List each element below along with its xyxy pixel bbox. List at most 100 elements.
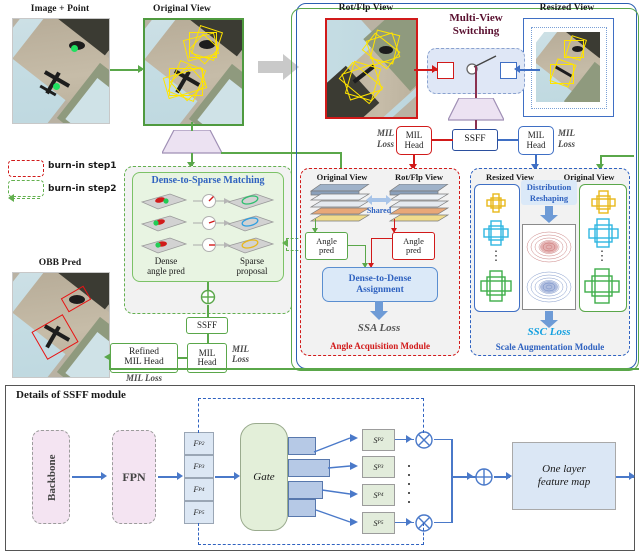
line-plus-to-ssff-left bbox=[207, 305, 209, 317]
angle-pred-right-line2: pred bbox=[405, 245, 422, 255]
mil-loss-right-center-line2: Loss bbox=[558, 138, 576, 149]
mil-head-left-center[interactable]: MIL Head bbox=[396, 126, 432, 155]
original-box-small-yellow bbox=[591, 190, 616, 214]
feature-box-p4[interactable]: F P4 bbox=[184, 478, 214, 501]
bus-mul-bottom-right bbox=[434, 522, 452, 524]
feature-sub-p5: P5 bbox=[198, 509, 205, 516]
legend-label-step2: burn-in step2 bbox=[48, 184, 117, 194]
mil-loss-left-center-line1: MIL bbox=[376, 128, 394, 138]
mil-loss-bottom-label: MIL Loss bbox=[126, 373, 162, 383]
refined-line2: MIL Head bbox=[124, 357, 164, 367]
feature-sub-p4: P4 bbox=[198, 486, 205, 493]
trapezoid-original bbox=[162, 130, 222, 154]
ssff-left-box[interactable]: SSFF bbox=[186, 317, 228, 334]
resized-box-large-green bbox=[480, 270, 512, 302]
trapezoid-switch bbox=[448, 98, 504, 121]
arrowhead-resized-to-switch bbox=[514, 65, 520, 73]
arrow-backbone-to-fpn bbox=[72, 476, 104, 478]
arrowhead-merge-to-plus bbox=[467, 472, 473, 480]
output-line2: feature map bbox=[537, 476, 591, 488]
mil-head-right-center-line2: Head bbox=[526, 139, 546, 150]
skip-path-top bbox=[198, 398, 424, 433]
dense-caption-line1: Dense bbox=[154, 256, 178, 266]
arrowhead-sp2-to-mul bbox=[406, 435, 412, 443]
mil-loss-right-line1: MIL bbox=[232, 344, 250, 354]
ssff-details-title: Details of SSFF module bbox=[16, 389, 126, 401]
mil-loss-left-center: MIL Loss bbox=[360, 128, 394, 150]
line-originalview-to-trapezoid bbox=[191, 122, 193, 131]
legend: burn-in step1 burn-in step2 bbox=[6, 158, 126, 204]
dense-caption-line2: angle pred bbox=[147, 266, 185, 276]
distribution-plot bbox=[522, 224, 576, 310]
line-green-right-top bbox=[600, 155, 634, 157]
backbone-block[interactable]: Backbone bbox=[32, 430, 70, 524]
sparse-proposal-caption: Sparse proposal bbox=[222, 256, 282, 276]
score-box-p4[interactable]: S P4 bbox=[362, 484, 395, 506]
dense-to-dense-assignment-box[interactable]: Dense-to-Dense Assignment bbox=[322, 267, 438, 302]
input-image-title: Image + Point bbox=[30, 4, 90, 14]
angle-right-view-title: Rot/Flp View bbox=[395, 172, 443, 182]
plus-operator-left bbox=[200, 289, 216, 305]
fpn-block[interactable]: FPN bbox=[112, 430, 156, 524]
feature-box-p2[interactable]: F P2 bbox=[184, 432, 214, 455]
angle-pred-right-box[interactable]: Angle pred bbox=[392, 232, 435, 260]
feature-box-p3[interactable]: F P3 bbox=[184, 455, 214, 478]
mil-loss-right-center: MIL Loss bbox=[558, 128, 592, 150]
original-box-mid-cyan bbox=[588, 218, 619, 248]
bus-green-left-up bbox=[109, 357, 111, 369]
original-view-thumb bbox=[143, 18, 244, 126]
switching-line2: Switching bbox=[452, 25, 500, 38]
assignment-line2: Assignment bbox=[356, 284, 404, 295]
mil-loss-right-label: MIL Loss bbox=[232, 344, 264, 365]
sparse-caption-line2: proposal bbox=[236, 266, 268, 276]
line-ssff-to-milhead-r bbox=[498, 139, 519, 141]
line-ssff-to-milhead-left bbox=[207, 334, 209, 343]
original-column-ellipsis: ⋮ bbox=[595, 248, 609, 263]
obb-pred-thumb bbox=[12, 272, 110, 378]
switch-lever[interactable] bbox=[462, 52, 502, 78]
angle-left-view-title: Original View bbox=[316, 172, 368, 182]
ssa-loss-label: SSA Loss bbox=[357, 322, 401, 334]
angle-pred-left-box[interactable]: Angle pred bbox=[305, 232, 348, 260]
arrowhead-rotflip-to-switch bbox=[432, 65, 438, 73]
mil-head-right-center[interactable]: MIL Head bbox=[518, 126, 554, 155]
mil-head-left-center-line2: Head bbox=[404, 139, 424, 150]
fpn-label: FPN bbox=[122, 469, 146, 484]
mil-loss-right-line2: Loss bbox=[232, 354, 250, 365]
score-sub-p3: P3 bbox=[377, 464, 384, 470]
dense-to-sparse-title: Dense-to-Sparse Matching bbox=[151, 175, 265, 186]
line-anglepred-l-out bbox=[348, 245, 366, 247]
switch-terminal-red[interactable] bbox=[437, 62, 454, 79]
original-box-large-green bbox=[584, 268, 620, 304]
resized-box-mid-cyan bbox=[483, 220, 509, 246]
shared-label: Shared bbox=[366, 206, 392, 215]
bus-vertical-merge bbox=[451, 439, 453, 523]
arrowhead-output-exit bbox=[629, 472, 635, 480]
legend-arrow-step2 bbox=[12, 198, 40, 199]
line-milhead-to-refined bbox=[178, 357, 187, 359]
arrow-assignment-to-ssa bbox=[370, 301, 388, 320]
feature-box-p5[interactable]: F P5 bbox=[184, 501, 214, 524]
angle-pred-left-line2: pred bbox=[318, 245, 335, 255]
gate-to-scores-connectors bbox=[313, 434, 358, 526]
distribution-reshaping-label: Distribution Reshaping bbox=[521, 180, 577, 206]
legend-label-step1: burn-in step1 bbox=[48, 161, 117, 171]
legend-swatch-step1 bbox=[8, 160, 44, 177]
line-switch-down bbox=[475, 66, 477, 99]
gate-block[interactable]: Gate bbox=[240, 423, 288, 531]
dense-angle-pred-caption: Dense angle pred bbox=[136, 256, 196, 276]
feature-sub-p2: P2 bbox=[198, 440, 205, 447]
dense-to-sparse-rows bbox=[140, 193, 275, 254]
original-view-title: Original View bbox=[152, 4, 212, 14]
arrowhead-backbone-to-fpn bbox=[101, 472, 107, 480]
add-operator-ssff bbox=[475, 468, 493, 486]
scale-module-title: Scale Augmentation Module bbox=[495, 342, 605, 352]
one-layer-feature-map-box[interactable]: One layer feature map bbox=[512, 442, 616, 510]
ssff-center-box[interactable]: SSFF bbox=[452, 129, 498, 151]
multiply-operator-top bbox=[415, 431, 433, 449]
mil-head-left-line2: Head bbox=[197, 357, 217, 367]
score-box-p3[interactable]: S P3 bbox=[362, 456, 395, 478]
score-sub-p2: P2 bbox=[377, 437, 384, 443]
rot-flip-view-thumb bbox=[325, 18, 418, 119]
sparse-caption-line1: Sparse bbox=[240, 256, 264, 266]
